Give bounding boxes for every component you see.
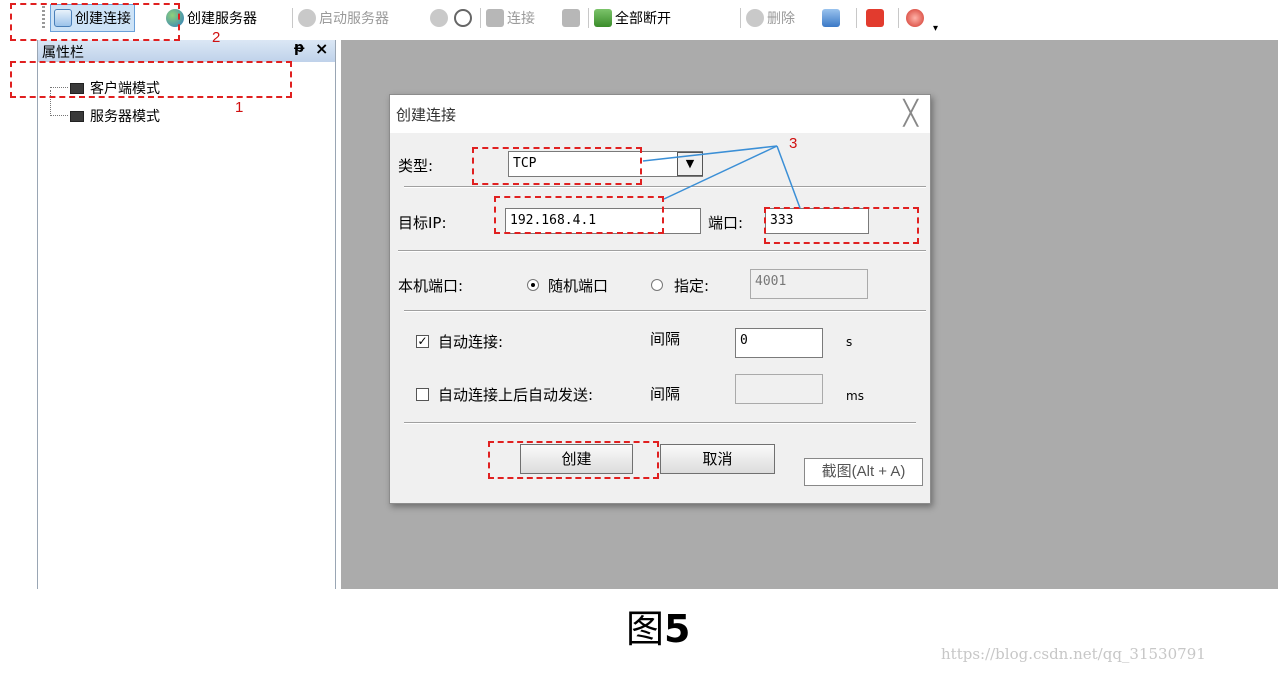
caption-prefix: 图 [626,607,665,651]
delete-button[interactable]: 删除 [746,4,795,32]
panel-header: 属性栏 ᵽ × [38,39,335,62]
tree-item-server-mode[interactable]: 服务器模式 [50,106,160,126]
power-button[interactable] [866,4,884,32]
close-circle-icon [454,9,472,27]
delete-icon [746,9,764,27]
divider [398,250,926,252]
chevron-down-icon: ▾ [933,22,939,34]
port-label: 端口: [708,214,744,232]
panel-close-icon[interactable]: × [315,39,328,58]
annotation-box-1 [10,61,292,98]
auto-connect-checkbox[interactable]: ✓ [416,335,429,348]
delete-all-button[interactable] [822,4,840,32]
cancel-button[interactable]: 取消 [660,444,775,474]
divider [404,186,926,188]
disconnect-all-label: 全部断开 [615,11,671,27]
annotation-box-create [488,441,659,479]
create-connection-dialog: 创建连接 ╳ 类型: TCP ▼ 目标IP: 192.168.4.1 端口: 3… [389,94,931,504]
toolbar: 创建连接 创建服务器 启动服务器 连接 全部断开 删除 ▾ [0,0,1281,38]
specify-port-input[interactable]: 4001 [750,269,868,299]
screenshot-tooltip: 截图(Alt + A) [804,458,923,486]
random-port-label: 随机端口 [548,277,609,295]
delete-label: 删除 [767,11,795,27]
dialog-titlebar: 创建连接 ╳ [390,95,930,133]
annotation-box-port [764,207,919,244]
interval2-input[interactable] [735,374,823,404]
start-server-button[interactable]: 启动服务器 [298,4,389,32]
disconnect-all-icon [594,9,612,27]
create-server-label: 创建服务器 [187,11,257,27]
property-panel: 属性栏 ᵽ × 客户端模式 服务器模式 [37,39,336,589]
stop-server-icon [430,9,448,27]
divider [404,422,916,424]
figure-caption: 图5 [626,598,690,653]
specify-port-radio[interactable] [651,279,663,291]
server-mode-icon [70,110,84,122]
connect-button[interactable]: 连接 [486,4,535,32]
watermark: https://blog.csdn.net/qq_31530791 [941,645,1206,663]
target-ip-label: 目标IP: [398,214,447,232]
power-icon [866,9,884,27]
toolbar-separator [480,8,481,28]
disconnect-button[interactable] [562,4,580,32]
toolbar-overflow-button[interactable]: ▾ [933,14,938,42]
auto-connect-label: 自动连接: [438,333,504,351]
close-icon[interactable]: ╳ [904,99,918,127]
annotation-box-2 [10,3,180,41]
divider [404,310,926,312]
tree-branch [50,115,68,117]
disconnect-all-button[interactable]: 全部断开 [594,4,671,32]
type-label: 类型: [398,157,434,175]
random-port-radio[interactable] [527,279,539,291]
auto-send-label: 自动连接上后自动发送: [438,386,594,404]
interval-input[interactable]: 0 [735,328,823,358]
interval-label: 间隔 [650,330,681,348]
fan-icon [906,9,924,27]
start-server-label: 启动服务器 [319,11,389,27]
local-port-label: 本机端口: [398,277,464,295]
caption-number: 5 [664,607,691,651]
start-server-icon [298,9,316,27]
delete-all-icon [822,9,840,27]
dialog-title: 创建连接 [396,106,457,124]
annotation-number-2: 2 [212,29,221,46]
interval-unit: s [846,335,853,349]
fan-button[interactable] [906,4,924,32]
toolbar-separator [588,8,589,28]
auto-send-checkbox[interactable] [416,388,429,401]
annotation-box-type [472,147,642,185]
annotation-number-1: 1 [235,99,244,116]
toolbar-separator [292,8,293,28]
pin-icon[interactable]: ᵽ [294,40,304,56]
stop-server-button[interactable] [430,4,448,32]
toolbar-separator [856,8,857,28]
annotation-number-3: 3 [789,135,798,152]
connect-label: 连接 [507,11,535,27]
panel-title: 属性栏 [42,45,84,61]
close-circle-button[interactable] [454,4,472,32]
specify-label: 指定: [674,277,710,295]
disconnect-icon [562,9,580,27]
interval2-label: 间隔 [650,385,681,403]
chevron-down-icon[interactable]: ▼ [677,152,703,176]
toolbar-separator [898,8,899,28]
connect-icon [486,9,504,27]
toolbar-separator [740,8,741,28]
tree-item-label: 服务器模式 [90,109,160,125]
interval2-unit: ms [846,389,864,403]
annotation-box-ip [494,196,664,234]
